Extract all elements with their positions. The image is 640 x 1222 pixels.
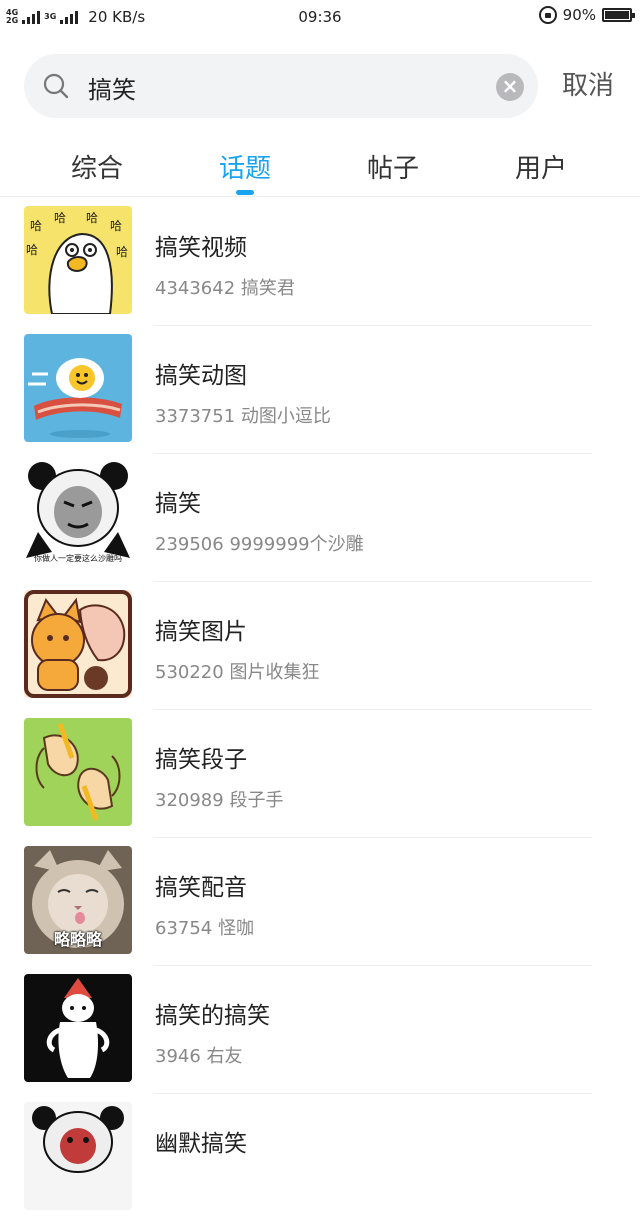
clear-icon[interactable]: × (496, 73, 524, 101)
topic-title: 搞笑动图 (155, 363, 247, 389)
thumb-caption: 你做人一定要这么沙雕吗 (34, 554, 122, 563)
tab-comprehensive[interactable]: 综合 (37, 148, 157, 185)
panda-meme-icon: 你做人一定要这么沙雕吗 (24, 462, 132, 570)
cat-cartoon-icon (24, 590, 132, 698)
list-item[interactable]: 搞笑动图 3373751 动图小逗比 (0, 326, 640, 454)
list-item[interactable]: 略略略 搞笑配音 63754 怪咖 (0, 838, 640, 966)
panda-meme-icon (24, 1102, 132, 1210)
duck-meme-icon: 哈 哈 哈 哈 哈 哈 (24, 206, 132, 314)
battery-icon (602, 8, 635, 22)
list-item[interactable]: 搞笑的搞笑 3946 右友 (0, 966, 640, 1094)
cat-photo-icon: 略略略 (24, 846, 132, 954)
topic-meta: 3373751 动图小逗比 (155, 402, 331, 428)
tab-posts[interactable]: 帖子 (333, 148, 453, 185)
topic-list: 哈 哈 哈 哈 哈 哈 搞笑视频 4343642 搞笑君 搞笑动图 337375… (0, 198, 640, 1222)
topic-count: 4343642 (155, 278, 236, 299)
tabs-divider (0, 196, 640, 197)
topic-meta: 530220 图片收集狂 (155, 658, 319, 684)
topic-owner: 图片收集狂 (229, 662, 320, 683)
topic-owner: 搞笑君 (240, 278, 295, 299)
tab-users[interactable]: 用户 (481, 148, 601, 185)
status-bar: 4G 2G 3G 20 KB/s 09:36 90% (0, 0, 640, 36)
svg-text:哈: 哈 (54, 211, 66, 225)
svg-text:哈: 哈 (26, 243, 38, 257)
tab-bar: 综合 话题 帖子 用户 (0, 138, 640, 198)
svg-text:哈: 哈 (30, 219, 42, 233)
topic-title: 搞笑视频 (155, 235, 247, 261)
search-input[interactable] (86, 66, 470, 108)
topic-owner: 怪咖 (218, 918, 254, 939)
topic-owner: 9999999个沙雕 (229, 534, 364, 555)
svg-text:哈: 哈 (86, 211, 98, 225)
topic-title: 搞笑的搞笑 (155, 1003, 270, 1029)
topic-count: 239506 (155, 534, 224, 555)
topic-owner: 右友 (206, 1046, 243, 1067)
topic-title: 幽默搞笑 (155, 1131, 247, 1157)
cartoon-character-icon (24, 974, 132, 1082)
topic-title: 搞笑段子 (155, 747, 247, 773)
topic-count: 3946 (155, 1046, 201, 1067)
list-item[interactable]: 你做人一定要这么沙雕吗 搞笑 239506 9999999个沙雕 (0, 454, 640, 582)
topic-title: 搞笑图片 (155, 619, 247, 645)
egg-bacon-icon (24, 334, 132, 442)
svg-text:哈: 哈 (110, 219, 122, 233)
rotation-lock-icon (538, 6, 557, 24)
topic-count: 63754 (155, 918, 213, 939)
search-icon (43, 73, 69, 99)
topic-meta: 3946 右友 (155, 1042, 243, 1068)
tab-active-indicator (236, 190, 254, 195)
topic-count: 3373751 (155, 406, 236, 427)
topic-owner: 动图小逗比 (240, 406, 331, 427)
topic-meta: 4343642 搞笑君 (155, 274, 295, 300)
status-right: 90% (538, 6, 635, 24)
topic-meta: 239506 9999999个沙雕 (155, 530, 364, 556)
list-item[interactable]: 哈 哈 哈 哈 哈 哈 搞笑视频 4343642 搞笑君 (0, 198, 640, 326)
topic-count: 320989 (155, 790, 224, 811)
topic-owner: 段子手 (229, 790, 284, 811)
search-bar[interactable]: × (24, 54, 538, 118)
thumb-caption: 略略略 (53, 930, 102, 949)
topic-title: 搞笑 (155, 491, 201, 517)
topic-title: 搞笑配音 (155, 875, 247, 901)
drawing-hands-icon (24, 718, 132, 826)
svg-text:哈: 哈 (116, 245, 128, 259)
list-item[interactable]: 搞笑段子 320989 段子手 (0, 710, 640, 838)
battery-percent: 90% (562, 6, 596, 24)
tab-topics[interactable]: 话题 (185, 148, 305, 185)
topic-meta: 63754 怪咖 (155, 914, 254, 940)
topic-meta: 320989 段子手 (155, 786, 283, 812)
cancel-button[interactable]: 取消 (562, 70, 614, 102)
list-item[interactable]: 搞笑图片 530220 图片收集狂 (0, 582, 640, 710)
list-item[interactable]: 幽默搞笑 (0, 1094, 640, 1222)
topic-count: 530220 (155, 662, 224, 683)
